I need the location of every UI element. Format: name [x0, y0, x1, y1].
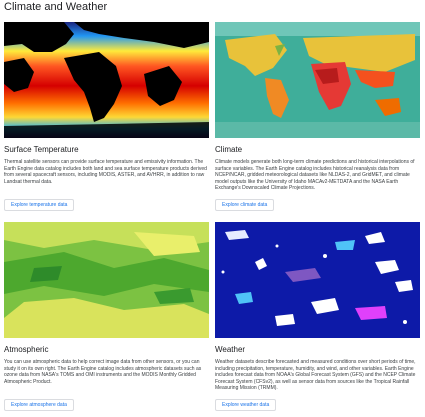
card-description: Weather datasets describe forecasted and…	[215, 359, 416, 392]
card-title: Surface Temperature	[4, 145, 79, 154]
card-title: Weather	[215, 345, 246, 354]
page-title: Climate and Weather	[4, 1, 108, 13]
weather-image	[215, 222, 420, 338]
atmospheric-image	[4, 222, 209, 338]
card-title: Atmospheric	[4, 345, 49, 354]
surface-temperature-image	[4, 22, 209, 138]
explore-climate-button[interactable]: Explore climate data	[215, 199, 275, 211]
climate-image	[215, 22, 420, 138]
card-description: Thermal satellite sensors can provide su…	[4, 159, 207, 185]
card-atmospheric: Atmospheric You can use atmospheric data…	[4, 222, 209, 411]
card-weather: Weather Weather datasets describe foreca…	[215, 222, 420, 411]
card-description: Climate models generate both long-term c…	[215, 159, 415, 192]
card-surface-temperature: Surface Temperature Thermal satellite se…	[4, 22, 209, 211]
card-title: Climate	[215, 145, 243, 154]
card-description: You can use atmospheric data to help cor…	[4, 359, 202, 385]
explore-temperature-button[interactable]: Explore temperature data	[4, 199, 75, 211]
card-climate: Climate Climate models generate both lon…	[215, 22, 420, 211]
explore-atmosphere-button[interactable]: Explore atmosphere data	[4, 399, 74, 411]
explore-weather-button[interactable]: Explore weather data	[215, 399, 277, 411]
